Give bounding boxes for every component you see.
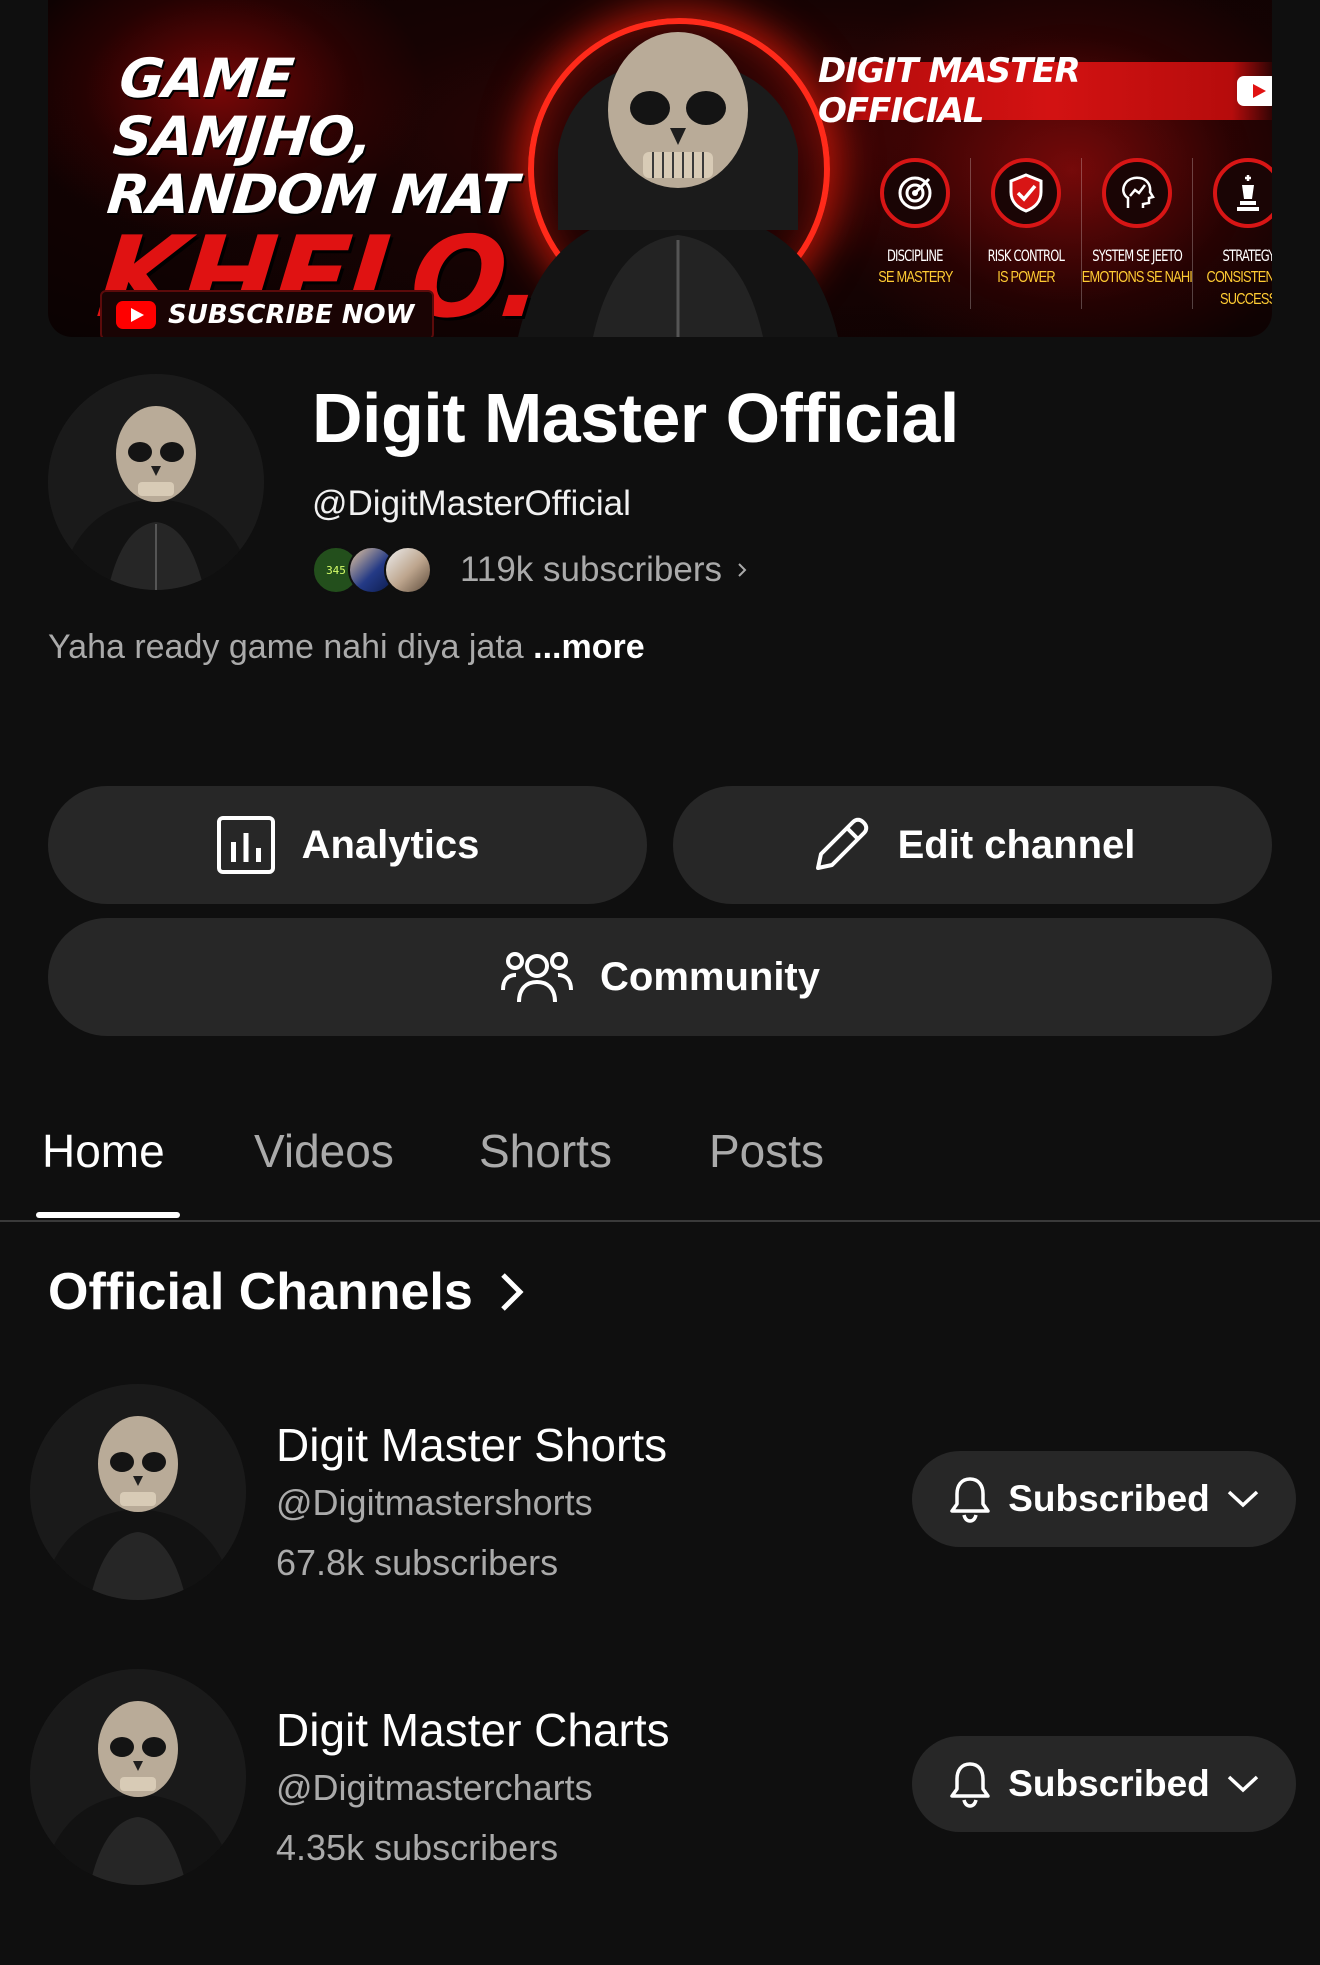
channel-tabs: Home Videos Shorts Posts xyxy=(0,1092,1320,1222)
tagline-line-1: GAME SAMJHO, xyxy=(110,47,375,168)
feature-line-1: RISK CONTROL xyxy=(987,246,1065,265)
pencil-icon xyxy=(815,817,868,870)
feature-line-2: EMOTIONS SE NAHI xyxy=(1081,269,1193,286)
community-button[interactable]: Community xyxy=(48,918,1272,1036)
channel-list-item[interactable]: Digit Master Shorts @Digitmastershorts 6… xyxy=(0,1382,1320,1602)
shield-check-icon xyxy=(991,158,1061,228)
community-icon xyxy=(501,952,573,1003)
subscriber-avatar xyxy=(384,546,432,594)
chevron-right-icon xyxy=(738,563,747,577)
channel-item-subscribers: 4.35k subscribers xyxy=(276,1827,559,1868)
channel-avatar[interactable] xyxy=(48,374,264,590)
feature-strategy: STRATEGY CONSISTENCY SUCCESS xyxy=(1193,158,1272,309)
community-label: Community xyxy=(600,954,820,999)
channel-banner: GAME SAMJHO, RANDOM MAT KHELO. SUBSCRIBE… xyxy=(48,0,1272,337)
feature-line-2: IS POWER xyxy=(997,269,1055,286)
channel-name: Digit Master Official xyxy=(312,379,959,457)
section-title: Official Channels xyxy=(48,1263,473,1321)
skull-avatar-image xyxy=(30,1669,246,1885)
edit-channel-button[interactable]: Edit channel xyxy=(673,786,1272,904)
description-more-link[interactable]: ...more xyxy=(533,628,644,666)
tab-home[interactable]: Home xyxy=(42,1124,165,1178)
channel-item-name: Digit Master Charts xyxy=(276,1704,670,1756)
brain-chart-icon xyxy=(1102,158,1172,228)
feature-discipline: DISCIPLINE SE MASTERY xyxy=(860,158,971,309)
feature-system: SYSTEM SE JEETO EMOTIONS SE NAHI xyxy=(1082,158,1193,309)
subscribed-button[interactable]: Subscribed xyxy=(912,1736,1296,1832)
subscribed-label: Subscribed xyxy=(1008,1478,1210,1519)
description-text: Yaha ready game nahi diya jata xyxy=(48,628,524,666)
youtube-logo-icon xyxy=(1237,76,1272,106)
bell-icon xyxy=(950,1477,990,1523)
chevron-down-icon xyxy=(1227,1775,1258,1793)
channel-list-item[interactable]: Digit Master Charts @Digitmastercharts 4… xyxy=(0,1667,1320,1887)
subscriber-avatars: 345 xyxy=(312,546,432,594)
tab-shorts[interactable]: Shorts xyxy=(479,1124,612,1178)
chevron-right-icon xyxy=(500,1273,524,1311)
analytics-label: Analytics xyxy=(301,822,480,867)
skull-avatar-image xyxy=(30,1384,246,1600)
feature-line-1: DISCIPLINE xyxy=(887,246,943,265)
feature-line-2: SE MASTERY xyxy=(877,269,953,286)
feature-risk-control: RISK CONTROL IS POWER xyxy=(971,158,1082,309)
channel-avatar[interactable] xyxy=(30,1669,246,1885)
channel-item-handle: @Digitmastercharts xyxy=(276,1767,593,1808)
channel-item-name: Digit Master Shorts xyxy=(276,1419,668,1471)
banner-features: DISCIPLINE SE MASTERY RISK CONTROL IS PO… xyxy=(860,158,1272,309)
channel-description[interactable]: Yaha ready game nahi diya jata ...more xyxy=(48,628,645,667)
subscribe-now-badge: SUBSCRIBE NOW xyxy=(100,290,435,337)
subscribers-row[interactable]: 345 119k subscribers xyxy=(312,546,750,594)
brand-ribbon: DIGIT MASTER OFFICIAL xyxy=(818,51,1272,131)
subscriber-count: 119k subscribers xyxy=(460,550,722,589)
skull-avatar-image xyxy=(48,374,264,590)
feature-line-1: STRATEGY xyxy=(1222,246,1272,265)
edit-channel-label: Edit channel xyxy=(897,822,1136,867)
channel-handle: @DigitMasterOfficial xyxy=(312,484,631,523)
official-channels-header[interactable]: Official Channels xyxy=(48,1262,525,1322)
youtube-logo-icon xyxy=(116,301,156,329)
skull-figure-image xyxy=(518,32,838,337)
tab-videos[interactable]: Videos xyxy=(254,1124,394,1178)
analytics-icon xyxy=(216,816,275,874)
subscribed-label: Subscribed xyxy=(1008,1763,1210,1804)
target-icon xyxy=(880,158,950,228)
channel-item-handle: @Digitmastershorts xyxy=(276,1482,593,1523)
bell-icon xyxy=(950,1762,990,1808)
chess-king-icon xyxy=(1213,158,1272,228)
active-tab-indicator xyxy=(36,1212,180,1218)
chevron-down-icon xyxy=(1227,1490,1258,1508)
analytics-button[interactable]: Analytics xyxy=(48,786,647,904)
brand-ribbon-text: DIGIT MASTER OFFICIAL xyxy=(818,51,1081,131)
tab-posts[interactable]: Posts xyxy=(709,1124,824,1178)
subscribe-now-label: SUBSCRIBE NOW xyxy=(168,300,415,330)
channel-avatar[interactable] xyxy=(30,1384,246,1600)
channel-item-subscribers: 67.8k subscribers xyxy=(276,1542,559,1583)
feature-line-2: CONSISTENCY xyxy=(1206,269,1272,286)
feature-line-3: SUCCESS xyxy=(1219,291,1272,308)
feature-line-1: SYSTEM SE JEETO xyxy=(1092,246,1183,265)
subscribed-button[interactable]: Subscribed xyxy=(912,1451,1296,1547)
